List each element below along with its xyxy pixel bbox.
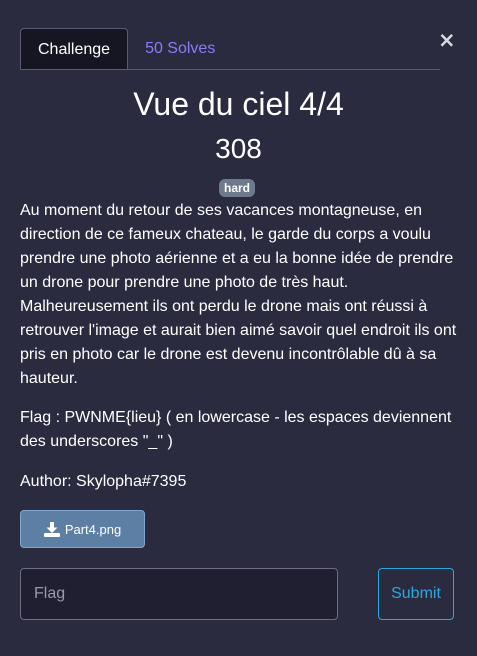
challenge-title: Vue du ciel 4/4 xyxy=(133,86,344,122)
difficulty-badge: hard xyxy=(219,179,255,197)
author-text: Author: Skylopha#7395 xyxy=(20,473,187,490)
download-icon xyxy=(43,521,60,537)
submit-button[interactable]: Submit xyxy=(378,568,454,620)
challenge-points: 308 xyxy=(215,133,262,164)
tab-challenge[interactable]: Challenge xyxy=(20,28,129,69)
close-modal-button[interactable]: × xyxy=(438,28,456,52)
flag-format-text: Flag : PWNME{lieu} ( en lowercase - les … xyxy=(20,409,452,450)
modal-tabs: Challenge 50 Solves xyxy=(20,28,440,70)
flag-input[interactable] xyxy=(20,568,338,620)
challenge-description: Au moment du retour de ses vacances mont… xyxy=(20,202,457,387)
tab-solves[interactable]: 50 Solves xyxy=(128,28,232,69)
download-file-button[interactable]: Part4.png xyxy=(20,510,145,548)
file-name-label: Part4.png xyxy=(64,521,122,537)
